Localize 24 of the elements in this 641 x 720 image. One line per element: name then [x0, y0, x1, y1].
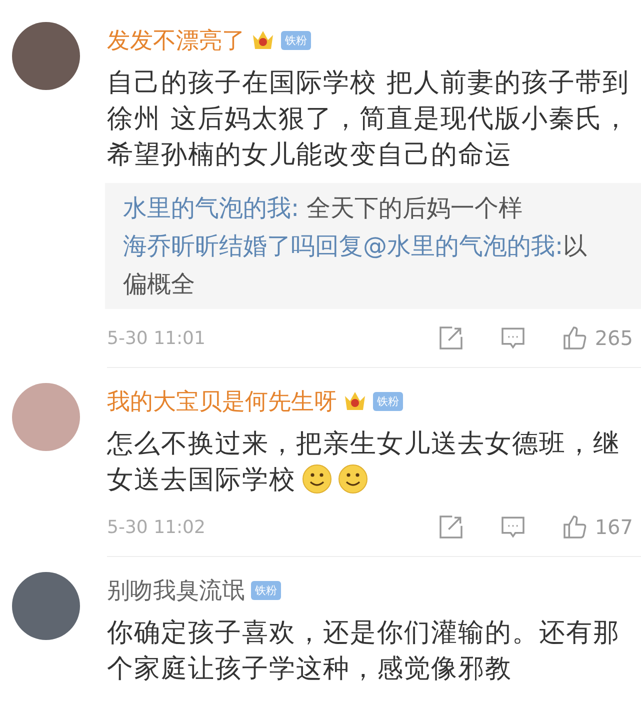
- like-count: 167: [594, 515, 633, 539]
- fan-badge: 铁粉: [373, 392, 403, 410]
- smiley-icon: [338, 464, 368, 494]
- thumbs-up-icon[interactable]: [560, 324, 589, 352]
- share-icon[interactable]: [436, 324, 465, 352]
- smiley-icon: [302, 464, 332, 494]
- comment-text: 怎么不换过来，把亲生女儿送去女德班，继: [107, 429, 620, 459]
- crown-icon: [251, 29, 275, 51]
- like-count: 265: [594, 326, 633, 350]
- crown-icon: [343, 390, 367, 412]
- reply-text: 海乔昕昕结婚了吗回复@水里的气泡的我:以偏概全: [123, 231, 588, 300]
- fan-badge: 铁粉: [251, 580, 281, 600]
- thumbs-up-icon[interactable]: [560, 513, 589, 541]
- comment-text: 自己的孩子在国际学校 把人前妻的孩子带到徐州 这后妈太狠了，简直是现代版小秦氏，希望孙楠的女儿能改变自己的命运: [107, 68, 630, 170]
- username[interactable]: 别吻我臭流氓: [107, 574, 245, 606]
- fan-badge: 铁粉: [281, 30, 311, 50]
- comment-text: 你确定孩子喜欢，还是你们灌输的。还有那个家庭让孩子学这种，感觉像邪教: [107, 618, 620, 684]
- reply-text: 水里的气泡的我: 全天下的后妈一个样: [123, 193, 524, 224]
- timestamp: 5-30 11:01: [107, 328, 206, 348]
- username[interactable]: 我的大宝贝是何先生呀: [107, 386, 337, 416]
- share-icon[interactable]: [436, 513, 465, 541]
- username[interactable]: 发发不漂亮了: [107, 24, 245, 56]
- timestamp: 5-30 11:02: [107, 516, 206, 538]
- comment-text: 女送去国际学校: [107, 465, 296, 495]
